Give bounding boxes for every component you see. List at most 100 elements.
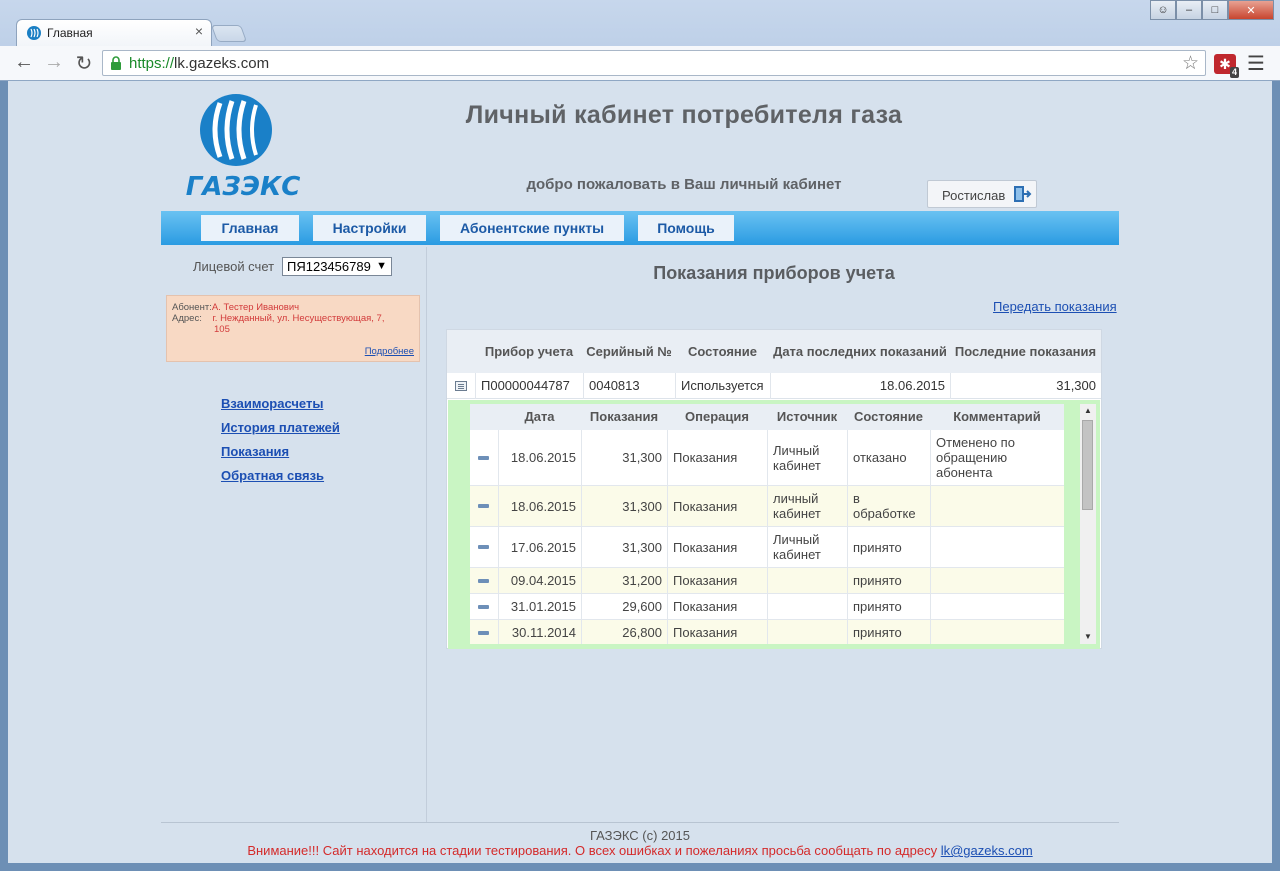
col-meter[interactable]: Прибор учета: [475, 330, 583, 373]
reading-row[interactable]: 09.04.2015 31,200 Показания принято: [470, 568, 1064, 594]
reading-row[interactable]: 18.06.2015 31,300 Показания Личный кабинет о…: [470, 430, 1064, 486]
remove-reading-icon[interactable]: [478, 578, 489, 583]
reading-state: принято: [847, 527, 930, 567]
tab-close-icon[interactable]: ×: [195, 23, 203, 39]
side-nav: Взаиморасчеты История платежей Показания…: [221, 395, 340, 491]
minimize-button[interactable]: –: [1176, 0, 1202, 20]
remove-reading-icon[interactable]: [478, 604, 489, 609]
sidebar-divider: [426, 247, 427, 822]
maximize-button[interactable]: □: [1202, 0, 1228, 20]
menu-item-help[interactable]: Помощь: [638, 215, 734, 241]
reading-date: 18.06.2015: [498, 486, 581, 526]
lock-icon: [111, 56, 121, 70]
reading-row[interactable]: 17.06.2015 31,300 Показания Личный кабинет п…: [470, 527, 1064, 568]
reading-operation: Показания: [667, 527, 767, 567]
remove-reading-icon[interactable]: [478, 504, 489, 508]
scroll-up-icon[interactable]: ▲: [1080, 404, 1096, 418]
reading-comment: [930, 568, 1064, 593]
vertical-scrollbar[interactable]: ▲ ▼: [1080, 404, 1096, 644]
url-text: https://lk.gazeks.com: [129, 55, 270, 72]
meter-serial: 0040813: [583, 373, 675, 399]
meter-id: П00000044787: [475, 373, 583, 399]
footer-warning: Внимание!!! Сайт находится на стадии тес…: [247, 843, 1033, 858]
back-icon[interactable]: ←: [12, 51, 36, 74]
reading-state: принято: [847, 594, 930, 619]
reading-row[interactable]: 18.06.2015 31,300 Показания личный кабинет в…: [470, 486, 1064, 527]
bookmark-star-icon[interactable]: ☆: [1182, 52, 1199, 75]
nav-settlements[interactable]: Взаиморасчеты: [221, 395, 340, 419]
close-button[interactable]: ✕: [1228, 0, 1274, 20]
reading-comment: [930, 594, 1064, 619]
col-state[interactable]: Состояние: [675, 330, 770, 373]
account-select[interactable]: ПЯ123456789 ▼: [282, 257, 392, 276]
col-source[interactable]: Источник: [767, 404, 847, 430]
reading-state: отказано: [847, 430, 930, 485]
nav-readings[interactable]: Показания: [221, 443, 340, 467]
nav-payment-history[interactable]: История платежей: [221, 419, 340, 443]
address-bar[interactable]: https://lk.gazeks.com ☆: [102, 50, 1206, 76]
reading-value: 31,300: [581, 527, 667, 567]
reading-source: личный кабинет: [767, 486, 847, 526]
more-link[interactable]: Подробнее: [365, 346, 414, 357]
reading-comment: Отменено по обращению абонента: [930, 430, 1064, 485]
reading-row[interactable]: 31.01.2015 29,600 Показания принято: [470, 594, 1064, 620]
extension-badge: 4: [1229, 67, 1239, 78]
expand-details-icon[interactable]: [455, 381, 467, 391]
remove-reading-icon[interactable]: [478, 455, 489, 460]
logo-text: ГАЗЭКС: [186, 172, 301, 197]
reading-source: Личный кабинет: [767, 430, 847, 485]
browser-chrome: ☺ – □ ✕ Главная × ← → ↻ https://lk.gazek…: [0, 0, 1280, 81]
nav-feedback[interactable]: Обратная связь: [221, 467, 340, 491]
remove-reading-icon[interactable]: [478, 545, 489, 549]
meter-state: Используется: [675, 373, 770, 399]
col-comment[interactable]: Комментарий: [930, 404, 1064, 430]
reading-date: 09.04.2015: [498, 568, 581, 593]
browser-tab[interactable]: Главная ×: [16, 19, 212, 46]
meter-row[interactable]: П00000044787 0040813 Используется 18.06.…: [447, 373, 1101, 399]
gazeks-logo[interactable]: ГАЗЭКС: [168, 93, 318, 197]
browser-toolbar: ← → ↻ https://lk.gazeks.com ☆ ✱ 4 ☰: [0, 46, 1280, 80]
reading-source: [767, 620, 847, 644]
reading-operation: Показания: [667, 486, 767, 526]
menu-item-settings[interactable]: Настройки: [313, 215, 426, 241]
col-serial[interactable]: Серийный №: [583, 330, 675, 373]
col-operation[interactable]: Операция: [667, 404, 767, 430]
address-row-2: 105: [214, 324, 230, 335]
reading-value: 31,300: [581, 486, 667, 526]
reading-date: 18.06.2015: [498, 430, 581, 485]
grid-header: Прибор учета Серийный № Состояние Дата п…: [447, 330, 1101, 373]
readings-header: Дата Показания Операция Источник Состоян…: [470, 404, 1064, 430]
page-title: Показания приборов учета: [653, 263, 895, 283]
reading-source: [767, 594, 847, 619]
remove-reading-icon[interactable]: [478, 630, 489, 635]
reload-icon[interactable]: ↻: [72, 51, 96, 76]
reading-operation: Показания: [667, 430, 767, 485]
account-value: ПЯ123456789: [287, 259, 371, 274]
scroll-thumb[interactable]: [1082, 420, 1093, 510]
meter-last-date: 18.06.2015: [770, 373, 950, 399]
readings-table: Дата Показания Операция Источник Состоян…: [470, 404, 1064, 644]
reading-state: принято: [847, 620, 930, 644]
user-icon[interactable]: ☺: [1150, 0, 1176, 20]
footer-email-link[interactable]: lk@gazeks.com: [941, 843, 1033, 858]
logout-icon[interactable]: [1012, 184, 1032, 204]
browser-menu-icon[interactable]: ☰: [1247, 51, 1265, 76]
reading-source: Личный кабинет: [767, 527, 847, 567]
reading-row[interactable]: 30.11.2014 26,800 Показания принято: [470, 620, 1064, 644]
menu-item-subscriber-points[interactable]: Абонентские пункты: [440, 215, 624, 241]
scroll-down-icon[interactable]: ▼: [1080, 630, 1096, 644]
col-status[interactable]: Состояние: [847, 404, 930, 430]
col-date[interactable]: Дата: [498, 404, 581, 430]
reading-state: в обработке: [847, 486, 930, 526]
menu-item-home[interactable]: Главная: [201, 215, 299, 241]
new-tab-button[interactable]: [210, 25, 248, 42]
forward-icon[interactable]: →: [42, 51, 66, 74]
col-last-value[interactable]: Последние показания: [950, 330, 1101, 373]
col-readings[interactable]: Показания: [581, 404, 667, 430]
user-box[interactable]: Ростислав: [927, 180, 1037, 208]
col-last-date[interactable]: Дата последних показаний: [770, 330, 950, 373]
submit-readings-link[interactable]: Передать показания: [993, 299, 1117, 314]
footer-divider: [161, 822, 1119, 823]
extension-icon[interactable]: ✱ 4: [1214, 54, 1239, 78]
page: ГАЗЭКС Личный кабинет потребителя газа д…: [8, 81, 1272, 863]
